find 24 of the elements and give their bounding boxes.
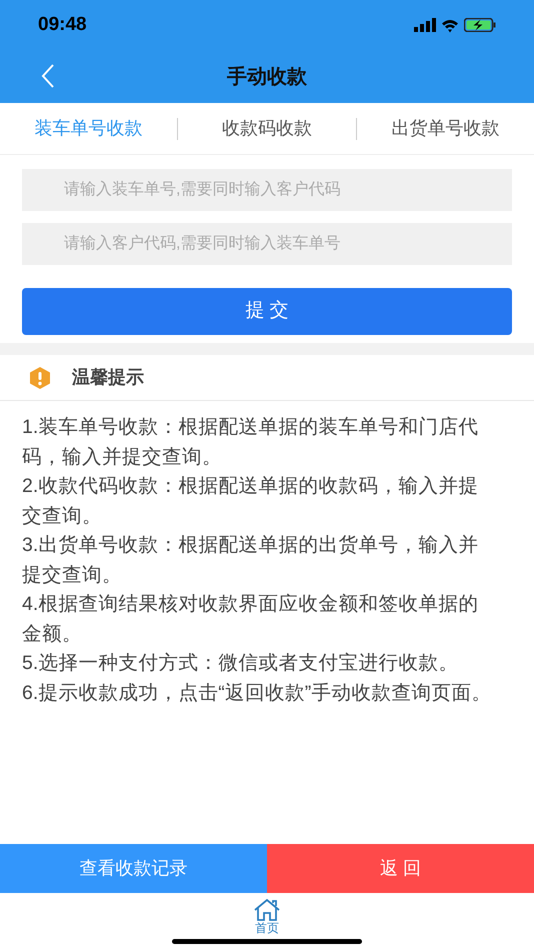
- tip-text: 6.提示收款成功，点击“返回收款”手动收款查询页面。: [22, 680, 492, 706]
- wifi-icon: [442, 17, 458, 33]
- input-field[interactable]: 请输入客户代码,需要同时输入装车单号: [22, 223, 512, 265]
- tab[interactable]: 装车单号收款: [0, 115, 178, 142]
- back-button[interactable]: 返 回: [267, 844, 534, 893]
- signal-icon: [414, 18, 436, 32]
- home-tab[interactable]: 首页: [253, 899, 281, 935]
- tip-text: 5.选择一种支付方式：微信或者支付宝进行收款。: [22, 651, 460, 676]
- home-icon: [253, 899, 281, 921]
- tip-text: 1.装车单号收款：根据配送单据的装车单号和门店代码，输入并提交查询。: [22, 415, 480, 470]
- tip-text: 3.出货单号收款：根据配送单据的出货单号，输入并提交查询。: [22, 533, 480, 588]
- tip-text: 4.根据查询结果核对收款界面应收金额和签收单据的金额。: [22, 592, 480, 646]
- tab[interactable]: 收款码收款: [178, 115, 356, 142]
- submit-button[interactable]: 提 交: [22, 288, 512, 335]
- tips-title: 温馨提示: [72, 366, 144, 389]
- input-field[interactable]: 请输入装车单号,需要同时输入客户代码: [22, 169, 512, 211]
- battery-icon: [464, 18, 496, 32]
- records-button[interactable]: 查看收款记录: [0, 844, 267, 893]
- status-time: 09:48: [38, 12, 87, 37]
- back-icon[interactable]: [40, 63, 56, 89]
- warning-icon: [28, 366, 52, 390]
- tab[interactable]: 出货单号收款: [356, 115, 534, 142]
- tip-text: 2.收款代码收款：根据配送单据的收款码，输入并提交查询。: [22, 474, 480, 528]
- page-title: 手动收款: [227, 64, 307, 90]
